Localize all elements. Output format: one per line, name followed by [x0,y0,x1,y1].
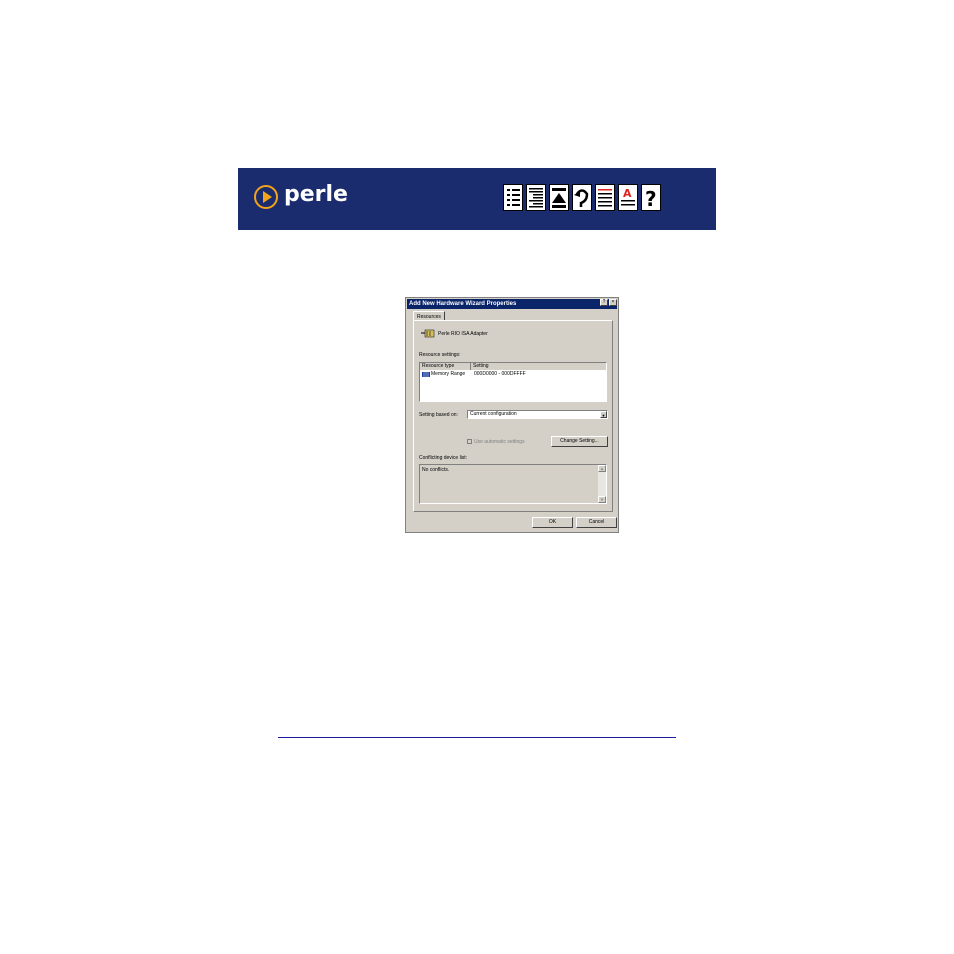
setting-cell: 000D0000 - 000DFFFF [474,371,526,377]
hardware-wizard-properties-dialog: Add New Hardware Wizard Properties ? × R… [405,297,619,533]
column-header-setting[interactable]: Setting [471,363,606,370]
perle-logo-mark-icon [254,185,278,209]
setting-based-on-select[interactable]: Current configuration ▼ [467,410,608,419]
scroll-down-icon[interactable]: ▼ [598,496,606,503]
previous-page-icon[interactable] [595,184,615,211]
conflicting-device-list[interactable]: No conflicts. ▲ ▼ [419,464,607,504]
svg-text:?: ? [645,187,657,210]
adapter-card-icon [421,329,435,338]
perle-logo: perle [254,182,364,215]
ok-button[interactable]: OK [532,517,573,528]
chevron-down-icon[interactable]: ▼ [600,411,607,418]
scrollbar[interactable]: ▲ ▼ [598,465,606,503]
glossary-icon[interactable]: A [618,184,638,211]
setting-based-on-label: Setting based on: [419,412,458,418]
resources-panel: Perle RIO ISA Adapter Resource settings:… [413,320,613,512]
cancel-button[interactable]: Cancel [576,517,617,528]
help-button[interactable]: ? [600,299,608,306]
conflicts-text: No conflicts. [422,467,450,473]
use-automatic-settings-checkbox[interactable] [467,439,472,444]
memory-chip-icon [422,372,430,377]
divider-line [278,737,676,738]
use-automatic-settings-label: Use automatic settings [474,439,525,445]
resource-type-cell: Memory Range [431,371,466,377]
dialog-title: Add New Hardware Wizard Properties [407,299,617,309]
resource-settings-label: Resource settings: [419,352,461,358]
top-icon[interactable] [549,184,569,211]
device-name: Perle RIO ISA Adapter [438,331,488,337]
setting-based-on-value: Current configuration [470,411,517,417]
help-icon[interactable]: ? [641,184,661,211]
column-header-resource-type[interactable]: Resource type [420,363,471,370]
help-navigation-bar: A ? [503,184,661,214]
brand-name: perle [284,182,348,207]
close-button[interactable]: × [609,299,617,306]
perle-banner: perle A ? [238,168,716,230]
table-row[interactable]: Memory Range 000D0000 - 000DFFFF [421,371,605,378]
back-icon[interactable] [572,184,592,211]
conflicting-device-list-label: Conflicting device list: [419,455,468,461]
resource-settings-table[interactable]: Resource type Setting Memory Range 000D0… [419,362,607,402]
svg-text:A: A [623,187,632,200]
index-icon[interactable] [526,184,546,211]
change-setting-button[interactable]: Change Setting... [551,436,608,447]
scroll-up-icon[interactable]: ▲ [598,465,606,472]
contents-icon[interactable] [503,184,523,211]
